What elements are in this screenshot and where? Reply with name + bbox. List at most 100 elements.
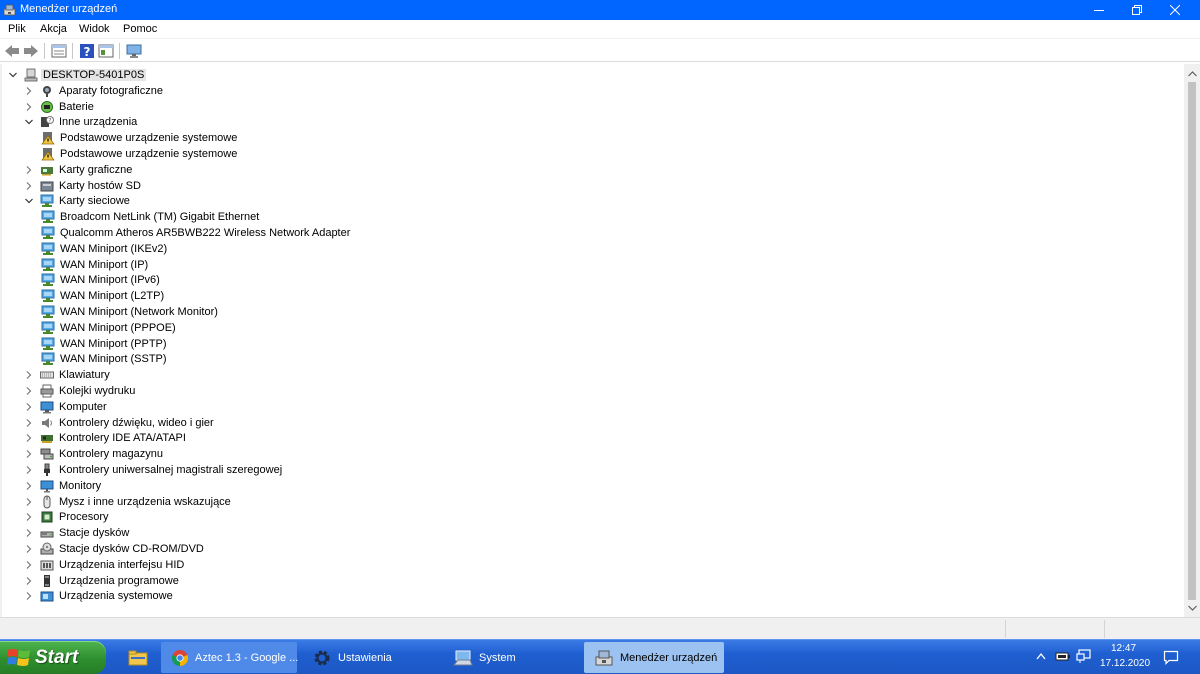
chevron-right-icon[interactable] <box>24 181 34 191</box>
scan-hardware-icon[interactable] <box>126 43 142 59</box>
tree-device[interactable]: Qualcomm Atheros AR5BWB222 Wireless Netw… <box>41 225 352 241</box>
chevron-right-icon[interactable] <box>24 497 34 507</box>
tree-device[interactable]: WAN Miniport (IKEv2) <box>41 241 169 257</box>
task-system[interactable]: System <box>443 642 579 673</box>
tree-device[interactable]: WAN Miniport (SSTP) <box>41 351 169 367</box>
tree-category[interactable]: Procesory <box>24 509 111 525</box>
clock-time[interactable]: 12:47 <box>1111 643 1136 654</box>
tree-category[interactable]: Urządzenia interfejsu HID <box>24 557 186 573</box>
tree-item-label: WAN Miniport (IP) <box>60 258 149 271</box>
start-button[interactable]: Start <box>0 641 106 674</box>
software-device-icon <box>40 574 54 588</box>
tree-category[interactable]: Karty hostów SD <box>24 178 143 194</box>
tree-device[interactable]: WAN Miniport (L2TP) <box>41 288 166 304</box>
chevron-right-icon[interactable] <box>24 433 34 443</box>
tree-category[interactable]: Mysz i inne urządzenia wskazujące <box>24 494 233 510</box>
tree-category[interactable]: Stacje dysków CD-ROM/DVD <box>24 541 206 557</box>
network-adapter-icon <box>41 321 55 335</box>
chevron-right-icon[interactable] <box>24 402 34 412</box>
tree-category[interactable]: ? Inne urządzenia <box>24 114 139 130</box>
chevron-right-icon[interactable] <box>24 481 34 491</box>
tree-category[interactable]: Komputer <box>24 399 109 415</box>
scrollbar-thumb[interactable] <box>1188 82 1196 600</box>
chevron-right-icon[interactable] <box>24 449 34 459</box>
menu-akcja[interactable]: Akcja <box>40 23 67 35</box>
scroll-up-arrow-icon[interactable] <box>1184 66 1200 82</box>
tree-category[interactable]: Kolejki wydruku <box>24 383 137 399</box>
chevron-right-icon[interactable] <box>24 544 34 554</box>
network-tray-icon[interactable] <box>1076 649 1092 664</box>
tree-category[interactable]: Kontrolery uniwersalnej magistrali szere… <box>24 462 284 478</box>
forward-arrow-icon[interactable] <box>23 43 39 59</box>
tree-category[interactable]: Monitory <box>24 478 103 494</box>
tray-overflow-chevron-icon[interactable] <box>1036 652 1046 660</box>
tree-device[interactable]: WAN Miniport (PPTP) <box>41 336 169 352</box>
device-tree[interactable]: DESKTOP-5401P0S Aparaty fotograficzne Bat… <box>0 64 1184 617</box>
close-button[interactable] <box>1158 0 1192 20</box>
chevron-down-icon[interactable] <box>24 117 34 127</box>
chevron-right-icon[interactable] <box>24 465 34 475</box>
chevron-right-icon[interactable] <box>24 591 34 601</box>
help-icon[interactable]: ? <box>79 43 95 59</box>
tree-category[interactable]: Kontrolery IDE ATA/ATAPI <box>24 430 188 446</box>
view-icon[interactable] <box>98 43 114 59</box>
tree-category[interactable]: Kontrolery dźwięku, wideo i gier <box>24 415 216 431</box>
task-settings[interactable]: Ustawienia <box>302 642 438 673</box>
menu-plik[interactable]: Plik <box>8 23 26 35</box>
tree-item-label: Komputer <box>59 400 107 413</box>
tree-item-label: Broadcom NetLink (TM) Gigabit Ethernet <box>60 211 260 224</box>
chevron-right-icon[interactable] <box>24 418 34 428</box>
tree-root[interactable]: DESKTOP-5401P0S <box>8 67 147 83</box>
minimize-button[interactable] <box>1082 0 1116 20</box>
chevron-right-icon[interactable] <box>24 86 34 96</box>
task-chrome[interactable]: Aztec 1.3 - Google ... <box>161 642 298 673</box>
vertical-scrollbar[interactable] <box>1184 64 1200 617</box>
tree-device[interactable]: WAN Miniport (IP) <box>41 257 150 273</box>
tree-item-label: Stacje dysków CD-ROM/DVD <box>59 543 204 555</box>
network-adapter-icon <box>40 194 54 208</box>
clock-date[interactable]: 17.12.2020 <box>1100 658 1150 669</box>
battery-icon <box>40 100 54 114</box>
status-separator <box>1104 620 1105 638</box>
chevron-down-icon[interactable] <box>24 196 34 206</box>
tree-device[interactable]: Broadcom NetLink (TM) Gigabit Ethernet <box>41 209 261 225</box>
chevron-down-icon[interactable] <box>8 70 18 80</box>
tree-category[interactable]: Baterie <box>24 99 96 115</box>
minimize-icon <box>1094 10 1104 11</box>
chevron-right-icon[interactable] <box>24 165 34 175</box>
chevron-right-icon[interactable] <box>24 528 34 538</box>
tree-category[interactable]: Karty sieciowe <box>24 193 132 209</box>
menu-widok[interactable]: Widok <box>79 23 110 35</box>
tree-device[interactable]: Podstawowe urządzenie systemowe <box>41 146 239 162</box>
tree-category[interactable]: Aparaty fotograficzne <box>24 83 165 99</box>
tree-device[interactable]: WAN Miniport (IPv6) <box>41 272 162 288</box>
chevron-right-icon[interactable] <box>24 576 34 586</box>
back-arrow-icon[interactable] <box>4 43 20 59</box>
device-manager-icon <box>594 648 614 668</box>
chevron-right-icon[interactable] <box>24 560 34 570</box>
tree-category[interactable]: Karty graficzne <box>24 162 134 178</box>
tree-category[interactable]: Urządzenia systemowe <box>24 588 175 604</box>
tree-device[interactable]: Podstawowe urządzenie systemowe <box>41 130 239 146</box>
chevron-right-icon[interactable] <box>24 102 34 112</box>
tree-category[interactable]: Klawiatury <box>24 367 112 383</box>
folder-icon <box>128 648 148 668</box>
file-explorer-pinned[interactable] <box>118 642 156 673</box>
task-device-manager[interactable]: Menedżer urządzeń <box>584 642 724 673</box>
tree-device[interactable]: WAN Miniport (PPPOE) <box>41 320 178 336</box>
battery-tray-icon[interactable] <box>1055 650 1071 663</box>
tree-category[interactable]: Kontrolery magazynu <box>24 446 165 462</box>
menu-pomoc[interactable]: Pomoc <box>123 23 157 35</box>
chevron-right-icon[interactable] <box>24 512 34 522</box>
tree-item-label: WAN Miniport (Network Monitor) <box>60 306 218 318</box>
tree-device[interactable]: WAN Miniport (Network Monitor) <box>41 304 220 320</box>
notification-icon[interactable] <box>1163 650 1179 665</box>
chevron-right-icon[interactable] <box>24 386 34 396</box>
restore-button[interactable] <box>1120 0 1154 20</box>
tree-category[interactable]: Urządzenia programowe <box>24 573 181 589</box>
tree-root-label: DESKTOP-5401P0S <box>41 69 147 81</box>
tree-category[interactable]: Stacje dysków <box>24 525 131 541</box>
chevron-right-icon[interactable] <box>24 370 34 380</box>
scroll-down-arrow-icon[interactable] <box>1184 600 1200 616</box>
properties-icon[interactable] <box>51 43 67 59</box>
